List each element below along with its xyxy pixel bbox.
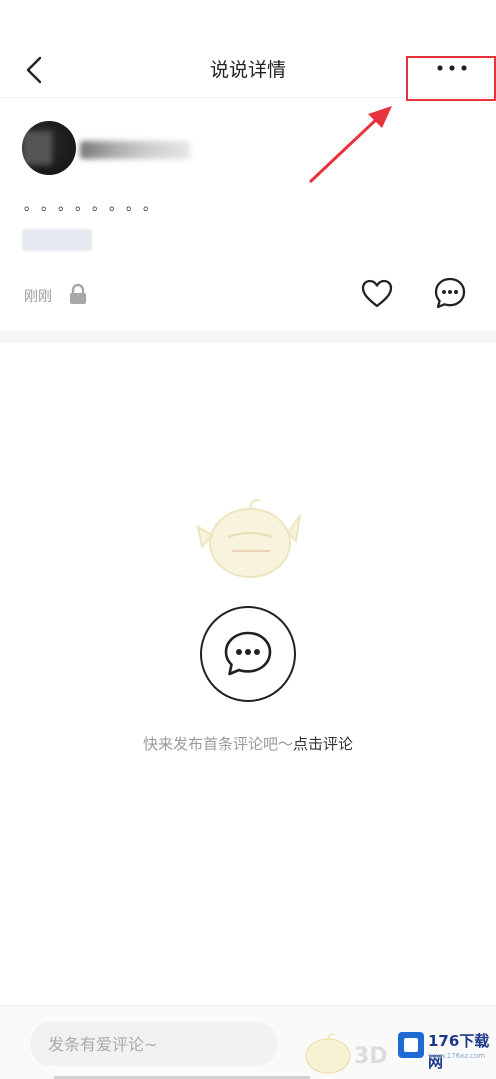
heart-icon bbox=[361, 279, 393, 308]
empty-comment-icon-circle[interactable] bbox=[200, 606, 296, 702]
blurred-content bbox=[22, 229, 92, 251]
section-divider bbox=[0, 331, 496, 343]
username-blurred[interactable] bbox=[80, 141, 190, 159]
watermark-url: www.176xz.com bbox=[428, 1052, 486, 1060]
mascot-watermark-icon bbox=[305, 1033, 351, 1074]
bottom-comment-bar: 3D 176下载网 www.176xz.com bbox=[0, 1005, 496, 1079]
watermark-3d: 3D bbox=[354, 1044, 388, 1069]
annotation-highlight-box bbox=[406, 56, 496, 101]
watermark-logo-icon bbox=[398, 1032, 424, 1058]
post-content: 。。。。。。。。 bbox=[24, 198, 167, 214]
watermark-brand: 176下载网 bbox=[428, 1032, 490, 1071]
empty-prompt: 快来发布首条评论吧～ bbox=[142, 735, 293, 753]
comment-icon bbox=[434, 277, 466, 309]
like-button[interactable] bbox=[360, 277, 394, 311]
post-timestamp: 刚刚 bbox=[24, 289, 52, 305]
annotation-arrow-icon bbox=[308, 106, 392, 184]
empty-comments-text: 快来发布首条评论吧～点击评论 bbox=[0, 733, 496, 754]
comment-input[interactable] bbox=[30, 1022, 278, 1066]
comment-bubble-icon bbox=[224, 631, 272, 676]
lock-icon bbox=[70, 283, 86, 304]
avatar[interactable] bbox=[22, 121, 76, 175]
comment-button[interactable] bbox=[432, 275, 468, 311]
empty-comments-section: 快来发布首条评论吧～点击评论 bbox=[0, 343, 496, 1003]
mascot-illustration bbox=[196, 499, 301, 578]
click-to-comment-link[interactable]: 点击评论 bbox=[293, 735, 353, 753]
post-card: 。。。。。。。。 刚刚 bbox=[0, 99, 496, 331]
